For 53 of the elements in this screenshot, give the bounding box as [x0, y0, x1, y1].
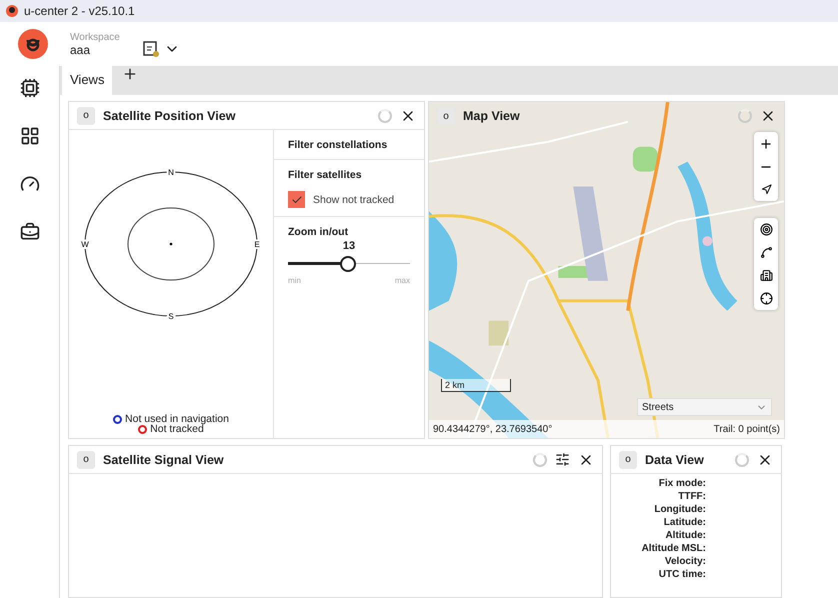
- panel-title: Satellite Signal View: [103, 452, 225, 466]
- window-title: u-center 2 - v25.10.1: [24, 4, 135, 18]
- field-label: Velocity:: [664, 556, 706, 567]
- center-dot: [170, 242, 172, 246]
- map-style-select[interactable]: Streets: [637, 398, 772, 416]
- slider-thumb[interactable]: [340, 256, 356, 272]
- map-coordinates: 90.4344279°, 23.7693540°: [433, 424, 552, 434]
- building-icon[interactable]: [760, 269, 772, 282]
- route-icon[interactable]: [760, 246, 772, 259]
- save-workspace-button[interactable]: [142, 40, 160, 58]
- workspace-label: Workspace: [70, 32, 120, 42]
- filter-heading[interactable]: Filter satellites: [288, 169, 410, 181]
- panel-badge[interactable]: o: [437, 107, 455, 125]
- panel-badge[interactable]: o: [77, 106, 95, 124]
- checkbox-label: Show not tracked: [313, 194, 394, 206]
- loading-icon: [735, 452, 749, 466]
- app-icon: [6, 5, 18, 17]
- filter-heading[interactable]: Filter constellations: [288, 139, 410, 151]
- field-label: Altitude:: [665, 530, 706, 541]
- tab[interactable]: Views: [62, 66, 112, 95]
- field-label: UTC time:: [658, 569, 706, 580]
- trail-count: Trail: 0 point(s): [714, 424, 780, 434]
- panel-title: Map View: [463, 109, 521, 123]
- field-label: Fix mode:: [658, 478, 706, 489]
- app-logo: [18, 29, 48, 59]
- arrow-icon[interactable]: [760, 184, 772, 195]
- slider-min-label: min: [288, 276, 301, 285]
- target-icon[interactable]: [760, 223, 772, 236]
- chip-icon[interactable]: [20, 78, 40, 98]
- loading-icon: [533, 452, 547, 466]
- plus-icon[interactable]: [759, 136, 773, 150]
- crosshair-icon[interactable]: [760, 292, 772, 305]
- zoom-label: Zoom in/out: [288, 226, 350, 238]
- field-label: Altitude MSL:: [642, 543, 706, 554]
- grid-icon[interactable]: [20, 126, 40, 146]
- panel-badge[interactable]: o: [619, 450, 637, 468]
- legend-label: Not tracked: [150, 424, 204, 434]
- map-scale: 2 km: [441, 379, 511, 392]
- sliders-icon[interactable]: [555, 452, 570, 467]
- panel-badge[interactable]: o: [77, 450, 95, 468]
- zoom-slider[interactable]: [288, 256, 410, 272]
- loading-icon: [738, 109, 752, 123]
- legend-label: Not used in navigation: [125, 414, 229, 424]
- loading-icon: [378, 108, 392, 122]
- field-label: Latitude:: [664, 517, 706, 528]
- panel-title: Data View: [645, 452, 705, 466]
- field-label: TTFF:: [678, 491, 706, 502]
- field-label: Longitude:: [654, 504, 706, 515]
- briefcase-icon[interactable]: [20, 222, 40, 242]
- zoom-value: 13: [342, 240, 356, 252]
- workspace-name: aaa: [70, 42, 92, 56]
- slider-max-label: max: [394, 276, 410, 285]
- panel-title: Satellite Position View: [103, 108, 236, 122]
